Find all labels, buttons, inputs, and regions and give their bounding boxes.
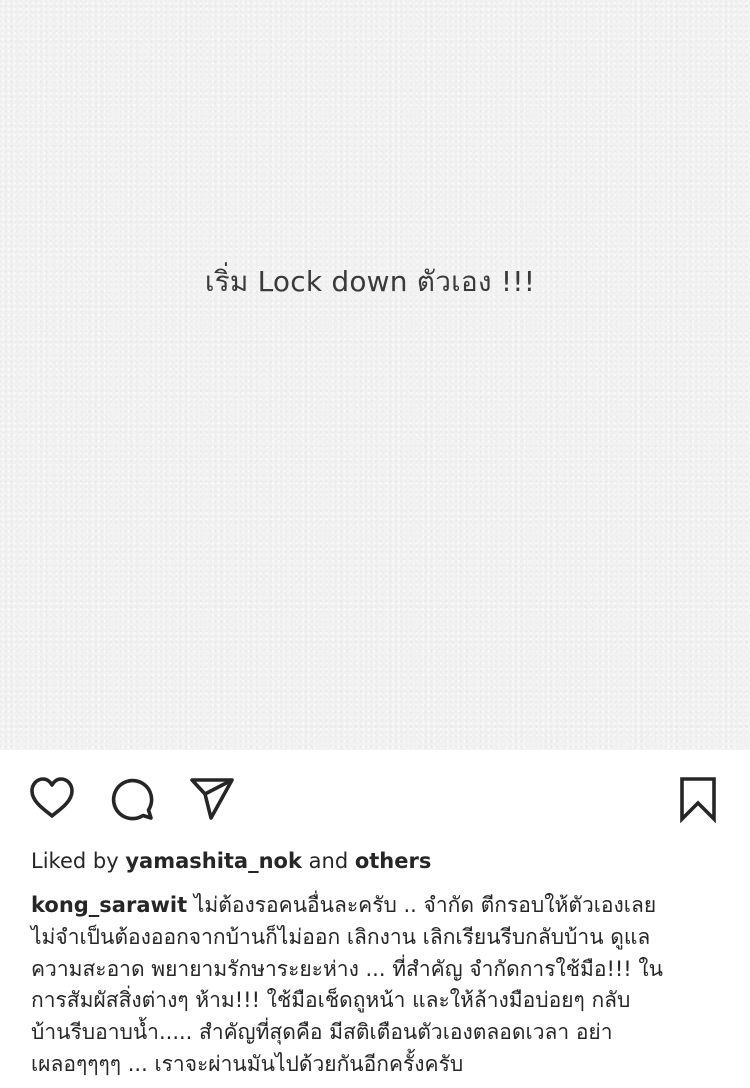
post-image[interactable]: เริ่ม Lock down ตัวเอง !!! — [0, 0, 750, 750]
likes-conjunction: and — [308, 849, 349, 873]
save-button[interactable] — [674, 775, 722, 823]
liker-username[interactable]: yamashita_nok — [125, 849, 302, 873]
post-action-bar — [0, 775, 750, 825]
paper-plane-icon — [188, 775, 236, 823]
post-image-text: เริ่ม Lock down ตัวเอง !!! — [204, 265, 536, 298]
caption-line-1: ไม่ต้องรอคนอื่นละครับ .. จำกัด ตีกรอบให้… — [193, 893, 657, 917]
caption-line-3: ความสะอาด พยายามรักษาระยะห่าง ... ที่สำค… — [31, 956, 664, 981]
share-button[interactable] — [188, 775, 236, 823]
likes-prefix: Liked by — [31, 849, 119, 873]
comment-button[interactable] — [108, 775, 156, 823]
caption-line-4: การสัมผัสสิ่งต่างๆ ห้าม!!! ใช้มือเช็ดถูห… — [31, 988, 631, 1013]
caption-line-2: ไม่จำเป็นต้องออกจากบ้านก็ไม่ออก เลิกงาน … — [31, 924, 651, 949]
like-button[interactable] — [28, 775, 76, 823]
caption-username[interactable]: kong_sarawit — [31, 893, 187, 917]
caption-line-5: บ้านรีบอาบน้ำ..... สำคัญที่สุดคือ มีสติเ… — [31, 1020, 613, 1045]
caption-line-6: เผลอๆๆๆๆ ... เราจะผ่านมันไปด้วยกันอีกครั… — [31, 1051, 464, 1076]
bookmark-icon — [674, 775, 722, 823]
comment-bubble-icon — [108, 775, 156, 823]
likes-others-link[interactable]: others — [355, 849, 432, 873]
post-caption: kong_sarawit ไม่ต้องรอคนอื่นละครับ .. จำ… — [31, 890, 721, 1081]
heart-icon — [28, 775, 76, 823]
likes-summary: Liked by yamashita_nok and others — [31, 846, 431, 876]
